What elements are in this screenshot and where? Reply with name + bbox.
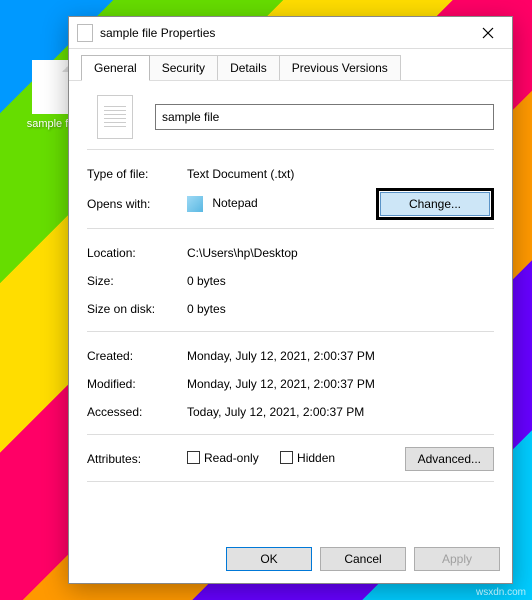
label-size: Size: <box>87 274 187 288</box>
filename-input[interactable] <box>155 104 494 130</box>
divider <box>87 228 494 229</box>
tab-content-general: Type of file: Text Document (.txt) Opens… <box>69 81 512 536</box>
tab-general[interactable]: General <box>81 55 150 81</box>
dialog-title: sample file Properties <box>100 26 468 40</box>
value-location: C:\Users\hp\Desktop <box>187 246 494 260</box>
change-highlight: Change... <box>376 188 494 220</box>
label-location: Location: <box>87 246 187 260</box>
readonly-checkbox-wrap[interactable]: Read-only <box>187 451 259 465</box>
label-attributes: Attributes: <box>87 452 187 466</box>
readonly-checkbox[interactable] <box>187 451 200 464</box>
readonly-label: Read-only <box>204 451 259 465</box>
close-icon <box>482 27 494 39</box>
value-created: Monday, July 12, 2021, 2:00:37 PM <box>187 349 494 363</box>
value-type-of-file: Text Document (.txt) <box>187 167 494 181</box>
tab-security[interactable]: Security <box>149 55 218 80</box>
label-type-of-file: Type of file: <box>87 167 187 181</box>
document-icon <box>77 24 93 42</box>
label-opens-with: Opens with: <box>87 197 187 211</box>
advanced-button[interactable]: Advanced... <box>405 447 494 471</box>
tab-strip: General Security Details Previous Versio… <box>69 49 512 81</box>
ok-button[interactable]: OK <box>226 547 312 571</box>
divider <box>87 434 494 435</box>
notepad-icon <box>187 196 203 212</box>
close-button[interactable] <box>468 19 508 47</box>
hidden-checkbox[interactable] <box>280 451 293 464</box>
tab-previous-versions[interactable]: Previous Versions <box>279 55 401 80</box>
file-type-icon <box>97 95 133 139</box>
divider <box>87 149 494 150</box>
attributes-area: Read-only Hidden <box>187 451 405 468</box>
hidden-checkbox-wrap[interactable]: Hidden <box>280 451 335 465</box>
titlebar: sample file Properties <box>69 17 512 49</box>
divider <box>87 481 494 482</box>
label-created: Created: <box>87 349 187 363</box>
value-size: 0 bytes <box>187 274 494 288</box>
value-opens-with: Notepad <box>187 196 376 212</box>
cancel-button[interactable]: Cancel <box>320 547 406 571</box>
label-accessed: Accessed: <box>87 405 187 419</box>
watermark: wsxdn.com <box>476 587 526 598</box>
dialog-buttons: OK Cancel Apply <box>69 536 512 583</box>
opens-with-app: Notepad <box>212 196 257 210</box>
hidden-label: Hidden <box>297 451 335 465</box>
properties-dialog: sample file Properties General Security … <box>68 16 513 584</box>
label-modified: Modified: <box>87 377 187 391</box>
tab-details[interactable]: Details <box>217 55 280 80</box>
change-button[interactable]: Change... <box>380 192 490 216</box>
value-size-on-disk: 0 bytes <box>187 302 494 316</box>
value-accessed: Today, July 12, 2021, 2:00:37 PM <box>187 405 494 419</box>
label-size-on-disk: Size on disk: <box>87 302 187 316</box>
divider <box>87 331 494 332</box>
value-modified: Monday, July 12, 2021, 2:00:37 PM <box>187 377 494 391</box>
apply-button[interactable]: Apply <box>414 547 500 571</box>
